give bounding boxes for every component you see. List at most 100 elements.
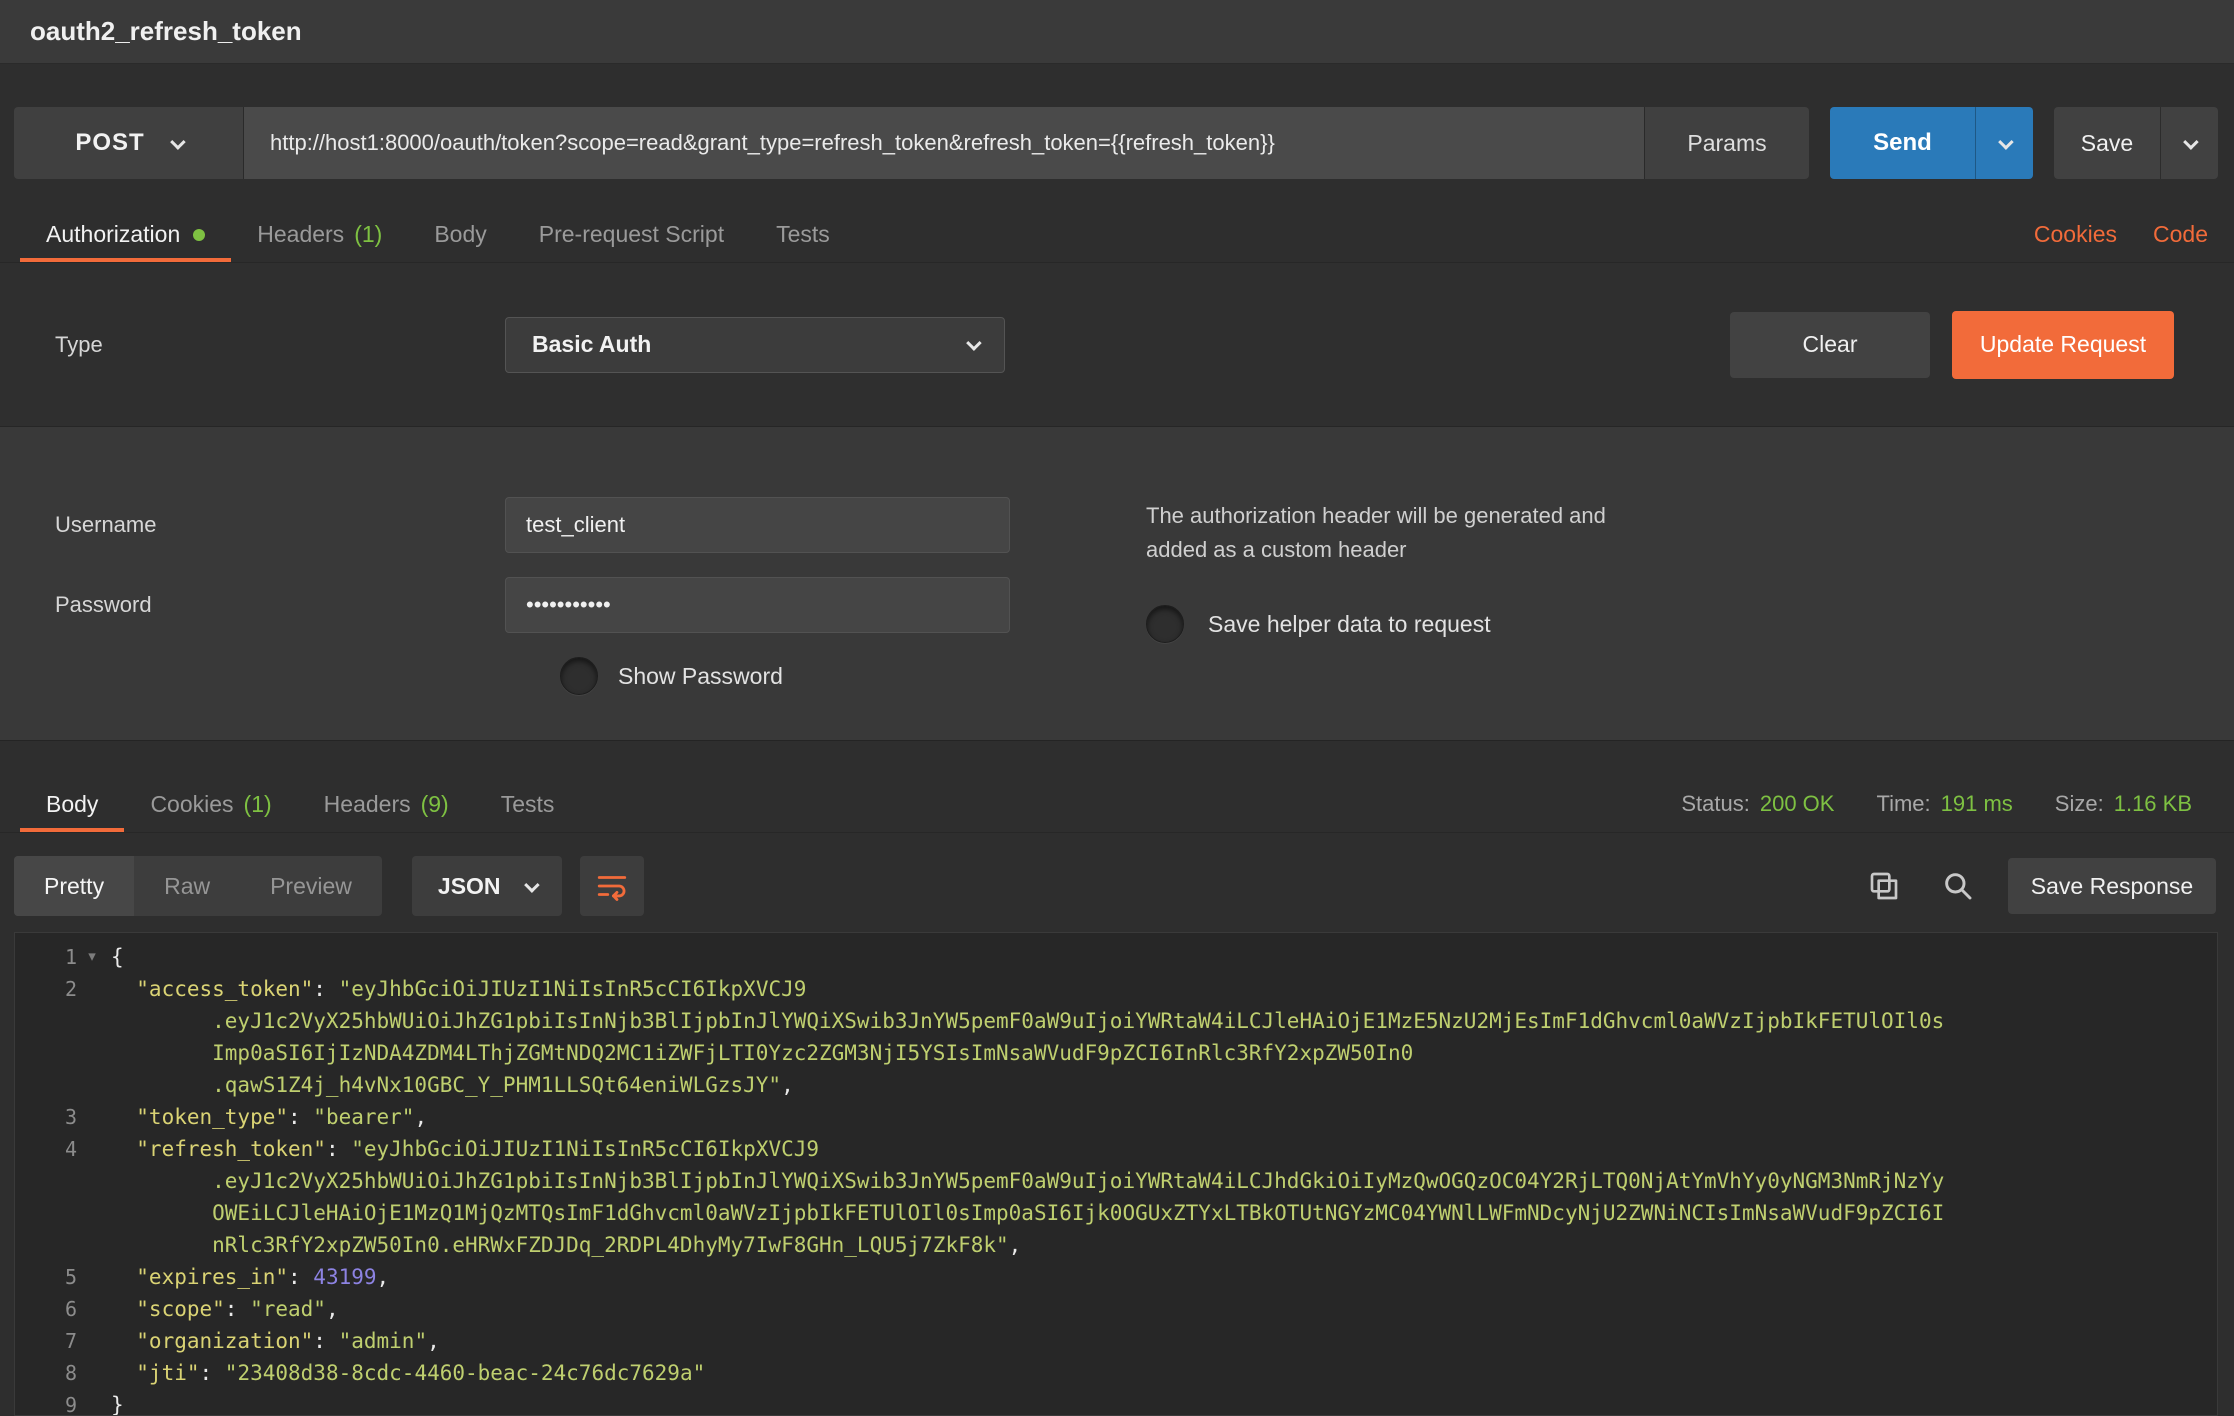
gutter bbox=[15, 1197, 111, 1229]
request-tab-pre-request-script[interactable]: Pre-request Script bbox=[513, 207, 750, 262]
request-tab-authorization[interactable]: Authorization bbox=[20, 207, 231, 262]
send-dropdown-button[interactable] bbox=[1975, 107, 2033, 179]
username-label: Username bbox=[0, 512, 505, 538]
request-tab-links: Cookies Code bbox=[2034, 207, 2208, 262]
code-row: .eyJ1c2VyX25hbWUiOiJhZG1pbiIsInNjb3BlIjp… bbox=[15, 1005, 2217, 1037]
gutter: 5 bbox=[15, 1261, 111, 1293]
gutter: 4 bbox=[15, 1133, 111, 1165]
line-number: 6 bbox=[15, 1293, 77, 1325]
tab-label: Authorization bbox=[46, 221, 180, 248]
code-row: 6"scope": "read", bbox=[15, 1293, 2217, 1325]
update-request-button[interactable]: Update Request bbox=[1952, 311, 2174, 379]
auth-helper-note-line1: The authorization header will be generat… bbox=[1146, 499, 1786, 533]
params-button[interactable]: Params bbox=[1644, 107, 1809, 179]
auth-helper-note-line2: added as a custom header bbox=[1146, 533, 1786, 567]
code-line: .qawS1Z4j_h4vNx10GBC_Y_PHM1LLSQt64eniWLG… bbox=[111, 1069, 794, 1101]
request-tab-tests[interactable]: Tests bbox=[750, 207, 856, 262]
response-body-viewer[interactable]: 1▾{2"access_token": "eyJhbGciOiJIUzI1NiI… bbox=[14, 932, 2218, 1416]
show-password-label: Show Password bbox=[618, 663, 783, 690]
gutter: 3 bbox=[15, 1101, 111, 1133]
view-mode-raw[interactable]: Raw bbox=[134, 856, 240, 916]
code-row: 9} bbox=[15, 1389, 2217, 1416]
tab-label: Cookies bbox=[150, 791, 233, 818]
gutter: 9 bbox=[15, 1389, 111, 1416]
request-title: oauth2_refresh_token bbox=[30, 16, 302, 47]
response-tab-headers[interactable]: Headers (9) bbox=[298, 776, 475, 832]
code-line: "refresh_token": "eyJhbGciOiJIUzI1NiIsIn… bbox=[111, 1133, 819, 1165]
code-row: 3 "token_type": "bearer", bbox=[15, 1101, 2217, 1133]
code-line: "access_token": "eyJhbGciOiJIUzI1NiIsInR… bbox=[111, 973, 806, 1005]
response-meta: Status:200 OK Time:191 ms Size:1.16 KB bbox=[1681, 776, 2208, 832]
response-tab-cookies[interactable]: Cookies (1) bbox=[124, 776, 297, 832]
request-tab-headers[interactable]: Headers(1) bbox=[231, 207, 408, 262]
postman-app: oauth2_refresh_token POST Params Send Sa… bbox=[0, 0, 2234, 1416]
code-line: } bbox=[111, 1389, 124, 1416]
view-mode-pretty[interactable]: Pretty bbox=[14, 856, 134, 916]
tab-count: (1) bbox=[354, 221, 382, 248]
auth-helper-column: The authorization header will be generat… bbox=[1146, 499, 1786, 643]
view-mode-preview[interactable]: Preview bbox=[240, 856, 382, 916]
wrap-lines-icon bbox=[595, 869, 629, 903]
response-tab-tests[interactable]: Tests bbox=[475, 776, 581, 832]
fold-caret-icon[interactable]: ▾ bbox=[77, 941, 107, 973]
chevron-down-icon bbox=[524, 877, 540, 893]
tab-count: (1) bbox=[244, 791, 272, 818]
tab-count: (9) bbox=[421, 791, 449, 818]
gutter bbox=[15, 1165, 111, 1197]
show-password-toggle[interactable] bbox=[560, 657, 598, 695]
code-row: Imp0aSI6IjIzNDA4ZDM4LThjZGMtNDQ2MC1iZWFj… bbox=[15, 1037, 2217, 1069]
save-response-button[interactable]: Save Response bbox=[2008, 858, 2216, 914]
code-line: OWEiLCJleHAiOjE1MzQ1MjQzMTQsImF1dGhvcml0… bbox=[111, 1197, 1944, 1229]
password-field[interactable] bbox=[505, 577, 1010, 633]
line-number: 3 bbox=[15, 1101, 77, 1133]
view-mode-switcher: PrettyRawPreview bbox=[14, 856, 382, 916]
search-icon bbox=[1942, 870, 1974, 902]
code-row: nRlc3RfY2xpZW50In0.eHRWxFZDJDq_2RDPL4Dhy… bbox=[15, 1229, 2217, 1261]
gutter: 6 bbox=[15, 1293, 111, 1325]
line-number: 9 bbox=[15, 1389, 77, 1416]
cookies-link[interactable]: Cookies bbox=[2034, 221, 2117, 248]
method-dropdown[interactable]: POST bbox=[14, 107, 244, 179]
save-button-group: Save bbox=[2054, 107, 2218, 179]
code-row: 8"jti": "23408d38-8cdc-4460-beac-24c76dc… bbox=[15, 1357, 2217, 1389]
username-row: Username bbox=[0, 497, 2234, 553]
response-tab-body[interactable]: Body bbox=[20, 776, 124, 832]
save-dropdown-button[interactable] bbox=[2160, 107, 2218, 179]
code-row: 2"access_token": "eyJhbGciOiJIUzI1NiIsIn… bbox=[15, 973, 2217, 1005]
format-dropdown[interactable]: JSON bbox=[412, 856, 562, 916]
auth-configured-dot bbox=[193, 229, 205, 241]
code-link[interactable]: Code bbox=[2153, 221, 2208, 248]
username-field[interactable] bbox=[505, 497, 1010, 553]
chevron-down-icon bbox=[966, 335, 982, 351]
status-badge: Status:200 OK bbox=[1681, 791, 1834, 817]
code-line: .eyJ1c2VyX25hbWUiOiJhZG1pbiIsInNjb3BlIjp… bbox=[111, 1165, 1944, 1197]
send-button-group: Send bbox=[1830, 107, 2033, 179]
clear-button[interactable]: Clear bbox=[1730, 312, 1930, 378]
search-response-button[interactable] bbox=[1934, 862, 1982, 910]
save-helper-label: Save helper data to request bbox=[1208, 611, 1491, 638]
chevron-down-icon bbox=[2183, 134, 2199, 150]
request-tab-body[interactable]: Body bbox=[408, 207, 512, 262]
response-tools-right: Save Response bbox=[1860, 858, 2218, 914]
send-button[interactable]: Send bbox=[1830, 107, 1975, 179]
code-line: "token_type": "bearer", bbox=[111, 1101, 427, 1133]
auth-type-dropdown[interactable]: Basic Auth bbox=[505, 317, 1005, 373]
tab-label: Headers bbox=[324, 791, 411, 818]
request-title-bar: oauth2_refresh_token bbox=[0, 0, 2234, 64]
copy-response-button[interactable] bbox=[1860, 862, 1908, 910]
code-row: OWEiLCJleHAiOjE1MzQ1MjQzMTQsImF1dGhvcml0… bbox=[15, 1197, 2217, 1229]
url-input[interactable] bbox=[244, 107, 1644, 179]
format-value: JSON bbox=[438, 873, 501, 900]
code-line: Imp0aSI6IjIzNDA4ZDM4LThjZGMtNDQ2MC1iZWFj… bbox=[111, 1037, 1413, 1069]
save-helper-toggle[interactable] bbox=[1146, 605, 1184, 643]
wrap-lines-button[interactable] bbox=[580, 856, 644, 916]
password-label: Password bbox=[0, 592, 505, 618]
tab-label: Body bbox=[46, 791, 98, 818]
auth-type-label: Type bbox=[0, 332, 505, 358]
method-label: POST bbox=[75, 129, 144, 157]
save-button[interactable]: Save bbox=[2054, 107, 2160, 179]
gutter bbox=[15, 1005, 111, 1037]
time-badge: Time:191 ms bbox=[1876, 791, 2012, 817]
gutter bbox=[15, 1229, 111, 1261]
gutter: 1▾ bbox=[15, 941, 111, 973]
